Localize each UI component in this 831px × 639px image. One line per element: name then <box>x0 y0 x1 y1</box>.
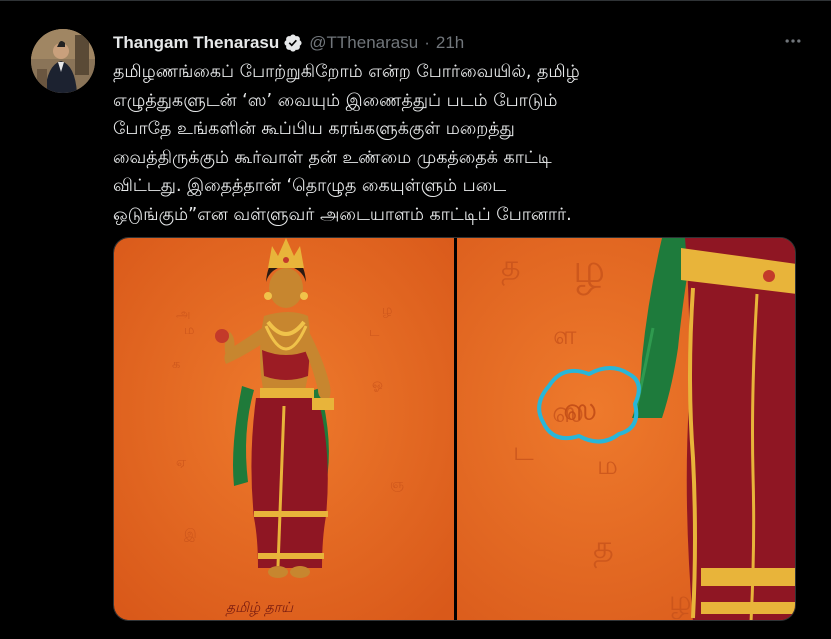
bg-letter: ழ <box>573 246 605 295</box>
profile-photo <box>31 29 95 93</box>
bg-letter: ஓ <box>372 377 383 392</box>
highlighted-letter: ஸ <box>563 390 597 428</box>
timestamp[interactable]: 21h <box>436 33 464 53</box>
zoomed-illustration: ழ த ஸ ள த ம ட ழ ஸ <box>457 238 795 620</box>
tweet-text-line: தமிழணங்கைப் போற்றுகிறோம் என்ற போர்வையில்… <box>113 62 580 82</box>
verified-badge-icon <box>283 33 303 53</box>
bg-letter: ழ <box>669 584 692 619</box>
bg-letter: த <box>501 249 521 286</box>
more-options-button[interactable] <box>781 29 805 53</box>
bg-letter: அ <box>176 307 190 322</box>
bg-letter: த <box>593 528 614 568</box>
tweet[interactable]: Thangam Thenarasu @TThenarasu · 21h தமிழ… <box>0 0 831 639</box>
author-name[interactable]: Thangam Thenarasu <box>113 33 279 53</box>
avatar[interactable] <box>31 29 95 93</box>
tweet-text: தமிழணங்கைப் போற்றுகிறோம் என்ற போர்வையில்… <box>113 58 813 229</box>
bg-letter: ழ <box>382 303 392 318</box>
bg-letter: ள <box>553 321 577 351</box>
tweet-media[interactable]: ம அ க ழ ட ஏ ஓ ஞ இ தமிழ் தாய் ழ த ஸ ள த ம… <box>113 237 796 621</box>
bg-letter: ம <box>184 323 194 338</box>
separator-dot: · <box>424 33 430 52</box>
media-image-zoomed-detail[interactable]: ழ த ஸ ள த ம ட ழ ஸ <box>457 238 795 620</box>
bg-letter: ட <box>513 437 534 467</box>
artist-signature: தமிழ் தாய் <box>225 600 294 617</box>
goddess-illustration: ம அ க ழ ட ஏ ஓ ஞ இ தமிழ் தாய் <box>114 238 454 620</box>
media-image-goddess[interactable]: ம அ க ழ ட ஏ ஓ ஞ இ தமிழ் தாய் <box>114 238 454 620</box>
bg-letter: க <box>172 357 180 372</box>
more-horizontal-icon <box>785 39 801 43</box>
tweet-text-line: விட்டது. இதைத்தான் ‘தொழுத கையுள்ளும் படை <box>113 176 507 196</box>
tweet-header: Thangam Thenarasu @TThenarasu · 21h <box>113 31 811 55</box>
author-handle[interactable]: @TThenarasu <box>309 33 418 53</box>
tweet-text-line: எழுத்துகளுடன் ‘ஸ’ வையும் இணைத்துப் படம் … <box>113 90 558 111</box>
bg-letter: ம <box>597 451 618 481</box>
tweet-text-line: போதே உங்களின் கூப்பிய கரங்களுக்குள் மறைத… <box>113 119 515 139</box>
bg-letter: ஞ <box>390 477 404 492</box>
tweet-text-line: வைத்திருக்கும் கூர்வாள் தன் உண்மை முகத்த… <box>113 147 552 168</box>
tweet-text-line: ஒடுங்கும்”என வள்ளுவர் அடையாளம் காட்டிப் … <box>113 204 572 225</box>
bg-letter: இ <box>184 527 197 542</box>
bg-letter: ஏ <box>176 455 187 470</box>
bg-letter: ட <box>369 325 380 340</box>
